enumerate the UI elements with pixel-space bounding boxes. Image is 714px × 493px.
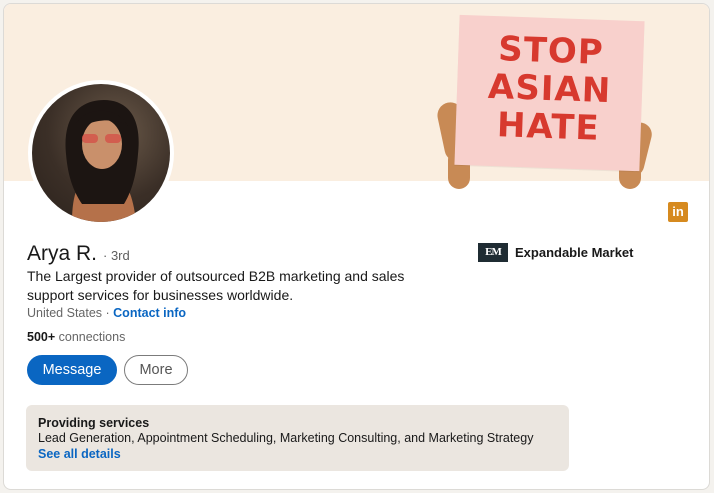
profile-card: STOP ASIAN HATE in Arya R. · 3rd The Lar… — [3, 3, 710, 490]
profile-name: Arya R. — [27, 242, 98, 265]
more-button[interactable]: More — [124, 355, 188, 385]
see-all-details-link[interactable]: See all details — [38, 446, 557, 462]
company-name: Expandable Market — [515, 245, 634, 260]
connections-count[interactable]: 500+ connections — [27, 330, 125, 344]
profile-location: United States — [27, 306, 103, 320]
sign-line-1: STOP — [497, 29, 605, 73]
profile-headline: The Largest provider of outsourced B2B m… — [27, 268, 405, 303]
protest-sign: STOP ASIAN HATE — [454, 14, 645, 172]
linkedin-icon[interactable]: in — [668, 202, 688, 222]
connections-number: 500+ — [27, 330, 56, 344]
providing-services-panel: Providing services Lead Generation, Appo… — [26, 405, 569, 471]
name-row: Arya R. · 3rd — [27, 242, 130, 266]
sign-line-2: ASIAN — [487, 66, 612, 112]
message-button[interactable]: Message — [27, 355, 117, 385]
profile-avatar[interactable] — [28, 80, 174, 226]
connection-degree: · 3rd — [103, 248, 130, 263]
location-row: United States · Contact info — [27, 306, 186, 320]
person-silhouette-icon — [65, 100, 139, 222]
contact-info-link[interactable]: Contact info — [113, 306, 186, 320]
location-separator: · — [102, 306, 114, 320]
current-company[interactable]: EM Expandable Market — [478, 243, 634, 262]
services-list: Lead Generation, Appointment Scheduling,… — [38, 431, 534, 445]
sign-line-3: HATE — [496, 105, 601, 149]
connections-label: connections — [55, 330, 126, 344]
sign-text: STOP ASIAN HATE — [455, 29, 644, 149]
avatar-photo — [32, 84, 170, 222]
services-title: Providing services — [38, 416, 150, 430]
company-logo-icon: EM — [478, 243, 508, 262]
